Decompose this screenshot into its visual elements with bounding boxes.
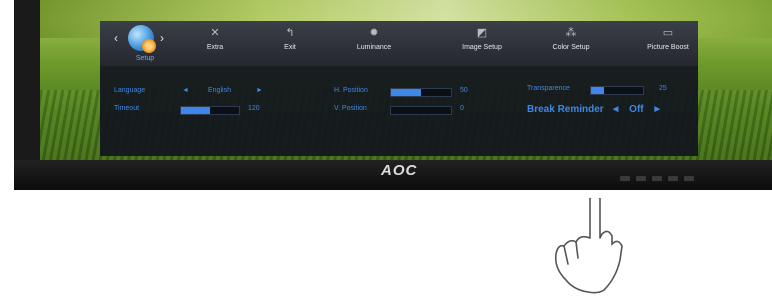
language-next-button[interactable]: ►	[256, 87, 263, 94]
exit-icon: ↰	[285, 27, 295, 39]
h-position-slider[interactable]	[390, 88, 452, 97]
chevron-right-icon[interactable]: ›	[160, 31, 164, 45]
osd-menu: ‹ › Setup ✕ Extra ↰ Exit ✹ Luminance ◩ I…	[100, 21, 698, 156]
h-position-slider-fill	[391, 89, 421, 96]
v-position-label: V. Position	[334, 105, 367, 112]
monitor-button-4[interactable]	[668, 176, 678, 181]
break-reminder-row[interactable]: Break Reminder ◄ Off ►	[527, 104, 662, 115]
language-prev-button[interactable]: ◄	[182, 87, 189, 94]
h-position-label: H. Position	[334, 87, 368, 94]
menu-item-label: Luminance	[356, 44, 392, 51]
menu-item-setup[interactable]: ‹ › Setup	[108, 23, 168, 63]
menu-item-label: Image Setup	[462, 44, 502, 51]
language-value[interactable]: English	[208, 87, 231, 94]
menu-item-label: Color Setup	[552, 44, 590, 51]
menu-item-luminance[interactable]: ✹ Luminance	[344, 27, 404, 51]
menu-item-extra[interactable]: ✕ Extra	[195, 27, 235, 51]
monitor-button-1[interactable]	[620, 176, 630, 181]
menu-item-image-setup[interactable]: ◩ Image Setup	[452, 27, 512, 51]
transparence-label: Transparence	[527, 85, 570, 92]
gear-icon	[142, 39, 156, 53]
menu-item-label: Picture Boost	[647, 44, 689, 51]
menu-item-label: Extra	[206, 44, 224, 51]
transparence-value: 25	[659, 85, 667, 92]
image-setup-icon: ◩	[476, 27, 488, 39]
break-reminder-next-button[interactable]: ►	[652, 104, 662, 115]
menu-item-label: Exit	[284, 44, 296, 51]
picture-boost-icon: ▭	[662, 27, 674, 39]
menu-item-exit[interactable]: ↰ Exit	[270, 27, 310, 51]
timeout-slider[interactable]	[180, 106, 240, 115]
menu-item-picture-boost[interactable]: ▭ Picture Boost	[638, 27, 698, 51]
color-setup-icon: ⁂	[565, 27, 577, 39]
timeout-value: 120	[248, 105, 260, 112]
menu-item-color-setup[interactable]: ⁂ Color Setup	[541, 27, 601, 51]
monitor-button-5[interactable]	[684, 176, 694, 181]
menu-item-label: Setup	[135, 55, 155, 62]
transparence-slider[interactable]	[590, 86, 644, 95]
monitor-button-3[interactable]	[652, 176, 662, 181]
transparence-slider-fill	[591, 87, 604, 94]
brand-logo: AOC	[381, 162, 418, 179]
extra-icon: ✕	[210, 27, 220, 39]
break-reminder-prev-button[interactable]: ◄	[610, 104, 620, 115]
v-position-value: 0	[460, 105, 464, 112]
chevron-left-icon[interactable]: ‹	[114, 31, 118, 45]
monitor-button-2[interactable]	[636, 176, 646, 181]
pointing-hand-icon	[554, 198, 623, 294]
v-position-slider[interactable]	[390, 106, 452, 115]
break-reminder-label: Break Reminder	[527, 104, 604, 115]
timeout-slider-fill	[181, 107, 210, 114]
language-label: Language	[114, 87, 146, 94]
osd-menu-bar: ‹ › Setup ✕ Extra ↰ Exit ✹ Luminance ◩ I…	[100, 21, 698, 66]
luminance-icon: ✹	[369, 27, 379, 39]
h-position-value: 50	[460, 87, 468, 94]
break-reminder-value[interactable]: Off	[629, 104, 643, 115]
timeout-label: Timeout	[114, 105, 140, 112]
